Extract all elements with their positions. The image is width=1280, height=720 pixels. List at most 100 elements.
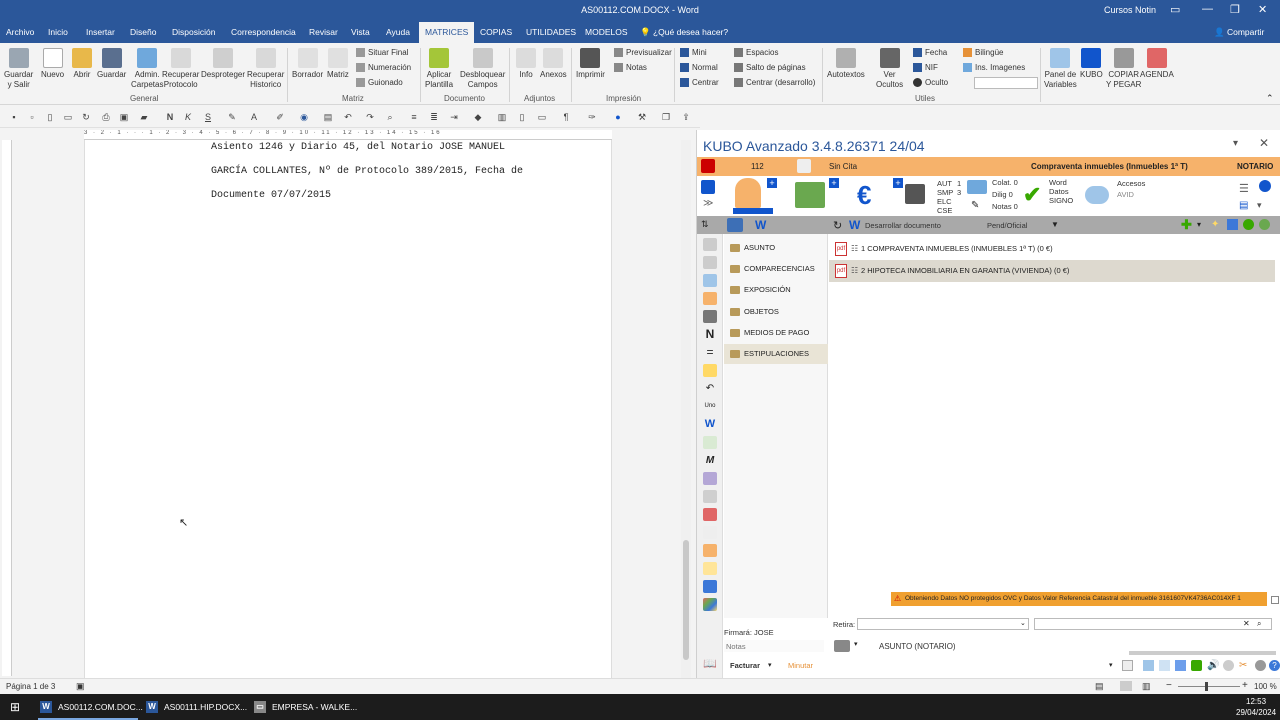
save-icon[interactable] — [1227, 219, 1238, 230]
document-scrollbar[interactable] — [681, 140, 691, 678]
add-payment-icon[interactable]: + — [893, 178, 903, 188]
signo-label[interactable]: SIGNO — [1049, 196, 1073, 205]
situar-final-button[interactable]: Situar Final — [356, 48, 408, 57]
tab-disposicion[interactable]: Disposición — [166, 22, 221, 43]
datos-label[interactable]: Datos — [1049, 187, 1069, 196]
eye-icon[interactable] — [1243, 219, 1254, 230]
two-pages-icon[interactable]: ▭ — [536, 111, 548, 123]
matriz-button[interactable]: Matriz — [327, 48, 349, 80]
aplicar-plantilla-button[interactable]: Aplicar Plantilla — [425, 48, 453, 90]
find-icon[interactable]: ⌕ — [384, 111, 396, 123]
centrar-button[interactable]: Centrar — [680, 78, 719, 87]
shield-icon[interactable]: ◉ — [298, 111, 310, 123]
tab-utilidades[interactable]: UTILIDADES — [520, 22, 582, 43]
colat-label[interactable]: Colat. 0 — [992, 178, 1018, 187]
facturar-dropdown-icon[interactable]: ▾ — [768, 661, 772, 669]
smp-label[interactable]: SMP — [937, 188, 953, 197]
print-icon[interactable]: ⎙ — [100, 111, 112, 123]
dilig-label[interactable]: Dilig 0 — [992, 190, 1013, 199]
settings-icon[interactable] — [1259, 180, 1271, 192]
redo-icon[interactable]: ↷ — [364, 111, 376, 123]
facturar-button[interactable]: Facturar — [730, 661, 760, 670]
clear-icon[interactable]: ✕ — [1243, 619, 1250, 628]
zoom-in-icon[interactable]: + — [1242, 680, 1248, 691]
tab-correspondencia[interactable]: Correspondencia — [225, 22, 302, 43]
fecha-button[interactable]: Fecha — [913, 48, 947, 57]
collapse-ribbon-icon[interactable]: ⌃ — [1266, 93, 1274, 104]
normal-button[interactable]: Normal — [680, 63, 718, 72]
keyboard-icon[interactable] — [1122, 660, 1133, 671]
add-dropdown-icon[interactable]: ▾ — [1197, 220, 1201, 229]
eraser-icon[interactable]: ◆ — [472, 111, 484, 123]
clock-date[interactable]: 29/04/2024 — [1236, 708, 1276, 717]
chevron-down-icon[interactable]: ▼ — [1051, 220, 1059, 229]
euro-icon[interactable]: € — [857, 180, 871, 211]
restore-icon[interactable]: ❐ — [1230, 3, 1240, 16]
tab-diseno[interactable]: Diseño — [124, 22, 162, 43]
folder-icon[interactable] — [834, 640, 850, 652]
ins-imagenes-button[interactable]: Ins. Imagenes — [963, 63, 1025, 72]
minutar-button[interactable]: Minutar — [788, 661, 813, 670]
zoom-level[interactable]: 100 % — [1254, 682, 1277, 691]
recuperar-historico-button[interactable]: Recuperar Historico — [247, 48, 284, 90]
previsualizar-button[interactable]: Previsualizar — [614, 48, 672, 57]
warning-close-icon[interactable] — [1271, 596, 1279, 604]
transfer-icon[interactable] — [703, 580, 717, 593]
notas-input[interactable] — [724, 640, 824, 652]
person-icon[interactable] — [735, 178, 761, 208]
copiar-pegar-button[interactable]: COPIAR Y PEGAR — [1106, 48, 1141, 90]
phone-icon[interactable] — [1191, 660, 1202, 671]
tab-inicio[interactable]: Inicio — [42, 22, 74, 43]
notas-count-label[interactable]: Notas 0 — [992, 202, 1018, 211]
doc-icon[interactable] — [703, 526, 717, 539]
tab-insertar[interactable]: Insertar — [80, 22, 121, 43]
autotextos-button[interactable]: Autotextos — [827, 48, 865, 80]
pdf-icon[interactable] — [703, 508, 717, 521]
scanner-icon[interactable] — [703, 490, 717, 503]
settings-icon[interactable] — [1255, 660, 1266, 671]
vertical-ruler[interactable] — [2, 140, 12, 676]
pin-icon[interactable]: ● — [612, 111, 624, 123]
taskbar-item-word-hip[interactable]: W AS00111.HIP.DOCX... — [144, 694, 247, 720]
guardar-salir-button[interactable]: Guardar y Salir — [4, 48, 33, 90]
new-icon[interactable]: ▯ — [44, 111, 56, 123]
tools-icon[interactable]: ⚒ — [636, 111, 648, 123]
anexos-button[interactable]: Anexos — [540, 48, 567, 80]
open-icon[interactable]: ▭ — [62, 111, 74, 123]
list-icon[interactable]: ☰ — [1239, 182, 1249, 195]
user-name[interactable]: Cursos Notin — [1104, 5, 1156, 15]
kubo-close-icon[interactable]: ✕ — [1259, 136, 1269, 150]
desarrollar-button[interactable]: Desarrollar documento — [865, 221, 941, 230]
list-item[interactable]: pdf ☷ 2 HIPOTECA INMOBILIARIA EN GARANTIA … — [829, 260, 1275, 282]
globe-icon[interactable] — [703, 274, 717, 287]
power-icon[interactable] — [1259, 219, 1270, 230]
uno-icon[interactable]: Uno — [703, 400, 717, 413]
espacios-button[interactable]: Espacios — [734, 48, 778, 57]
close-icon[interactable]: ✕ — [1258, 3, 1267, 16]
abrir-button[interactable]: Abrir — [72, 48, 92, 80]
star-icon[interactable]: ✦ — [1211, 219, 1219, 230]
refresh-icon[interactable]: ↻ — [80, 111, 92, 123]
dropdown-icon[interactable]: ▾ — [1257, 200, 1262, 211]
section-medios-pago[interactable]: MEDIOS DE PAGO — [724, 323, 828, 343]
brush-icon[interactable] — [703, 562, 717, 575]
help-icon[interactable]: ? — [1269, 660, 1280, 671]
image-select[interactable] — [974, 77, 1038, 89]
numeracion-button[interactable]: Numeración — [356, 63, 411, 72]
word-label[interactable]: Word — [1049, 178, 1067, 187]
print-layout-icon[interactable] — [1120, 681, 1132, 691]
retira-select[interactable]: ⌄ — [857, 618, 1029, 630]
search-icon[interactable]: ⌕ — [1257, 619, 1261, 629]
wrench-icon[interactable] — [703, 238, 717, 251]
page-view-icon[interactable]: ▯ — [516, 111, 528, 123]
avid-label[interactable]: AVID — [1117, 190, 1134, 199]
read-mode-icon[interactable]: ▤ — [1095, 681, 1104, 692]
clock-time[interactable]: 12:53 — [1246, 697, 1266, 706]
book-open-icon[interactable]: 📖 — [703, 658, 717, 671]
notas-button[interactable]: Notas — [614, 63, 647, 72]
tell-me-search[interactable]: 💡 ¿Qué desea hacer? — [634, 22, 734, 43]
cube-icon[interactable] — [701, 159, 715, 173]
word-icon[interactable]: W — [703, 418, 717, 431]
reorder-icon[interactable]: ⇅ — [701, 219, 709, 230]
guionado-button[interactable]: Guionado — [356, 78, 403, 87]
